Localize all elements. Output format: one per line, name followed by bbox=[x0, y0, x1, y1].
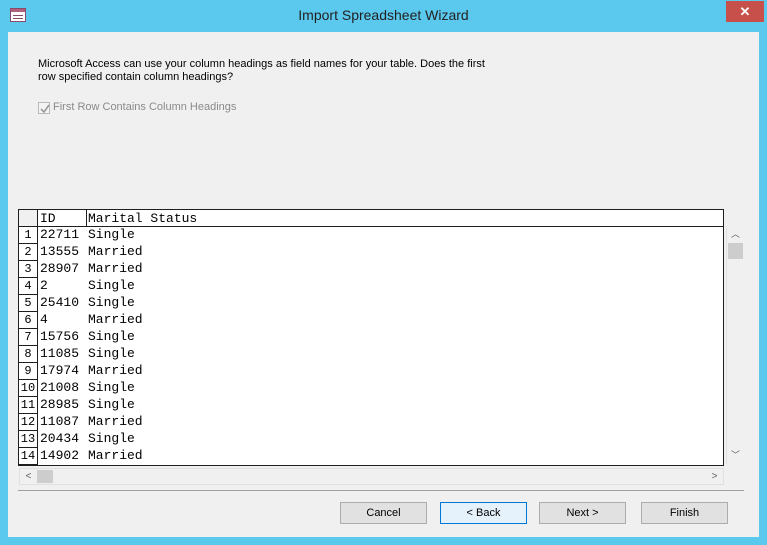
row-number[interactable]: 6 bbox=[19, 312, 38, 329]
cell-id: 17974 bbox=[40, 363, 80, 378]
table-row[interactable]: 12 11087 Married bbox=[19, 414, 723, 431]
cell-marital-status: Single bbox=[88, 329, 135, 344]
cancel-button[interactable]: Cancel bbox=[340, 502, 427, 524]
cell-marital-status: Married bbox=[88, 312, 143, 327]
row-number[interactable]: 7 bbox=[19, 329, 38, 346]
cell-id: 28907 bbox=[40, 261, 80, 276]
cell-id: 11087 bbox=[40, 414, 80, 429]
row-number[interactable]: 12 bbox=[19, 414, 38, 431]
close-button[interactable]: ✕ bbox=[726, 1, 764, 22]
table-row[interactable]: 11 28985 Single bbox=[19, 397, 723, 414]
checkmark-icon bbox=[40, 104, 50, 114]
horizontal-scroll-thumb[interactable] bbox=[37, 470, 53, 483]
table-row[interactable]: 14 14902 Married bbox=[19, 448, 723, 465]
wizard-body: Microsoft Access can use your column hea… bbox=[8, 32, 759, 537]
table-row[interactable]: 7 15756 Single bbox=[19, 329, 723, 346]
finish-button[interactable]: Finish bbox=[641, 502, 728, 524]
cell-id: 25410 bbox=[40, 295, 80, 310]
table-row[interactable]: 3 28907 Married bbox=[19, 261, 723, 278]
scroll-down-icon[interactable]: ﹀ bbox=[727, 447, 744, 464]
vertical-scrollbar[interactable]: ︿ ﹀ bbox=[726, 226, 743, 464]
cell-marital-status: Single bbox=[88, 295, 135, 310]
cell-id: 20434 bbox=[40, 431, 80, 446]
data-preview-grid: ID Marital Status 1 22711 Single 2 13555 Marr… bbox=[18, 209, 724, 466]
cell-marital-status: Married bbox=[88, 448, 143, 463]
vertical-scroll-thumb[interactable] bbox=[728, 243, 743, 259]
grid-corner bbox=[19, 210, 38, 226]
row-number[interactable]: 2 bbox=[19, 244, 38, 261]
window-title: Import Spreadsheet Wizard bbox=[298, 7, 469, 23]
row-number[interactable]: 14 bbox=[19, 448, 38, 465]
cell-id: 4 bbox=[40, 312, 48, 327]
row-number[interactable]: 10 bbox=[19, 380, 38, 397]
table-row[interactable]: 5 25410 Single bbox=[19, 295, 723, 312]
cell-marital-status: Married bbox=[88, 261, 143, 276]
cell-id: 15756 bbox=[40, 329, 80, 344]
row-number[interactable]: 9 bbox=[19, 363, 38, 380]
table-row[interactable]: 4 2 Single bbox=[19, 278, 723, 295]
cell-id: 21008 bbox=[40, 380, 80, 395]
scroll-up-icon[interactable]: ︿ bbox=[727, 226, 744, 243]
cell-id: 13555 bbox=[40, 244, 80, 259]
table-row[interactable]: 9 17974 Married bbox=[19, 363, 723, 380]
horizontal-scrollbar[interactable]: < > bbox=[19, 468, 724, 485]
cell-marital-status: Single bbox=[88, 227, 135, 242]
row-number[interactable]: 5 bbox=[19, 295, 38, 312]
back-button[interactable]: < Back bbox=[440, 502, 527, 524]
cell-marital-status: Married bbox=[88, 414, 143, 429]
cell-id: 22711 bbox=[40, 227, 80, 242]
table-row[interactable]: 6 4 Married bbox=[19, 312, 723, 329]
cell-id: 28985 bbox=[40, 397, 80, 412]
cell-marital-status: Married bbox=[88, 363, 143, 378]
cell-id: 2 bbox=[40, 278, 48, 293]
cell-marital-status: Single bbox=[88, 431, 135, 446]
row-number[interactable]: 1 bbox=[19, 227, 38, 244]
prompt-text: Microsoft Access can use your column hea… bbox=[38, 58, 485, 83]
next-button[interactable]: Next > bbox=[539, 502, 626, 524]
first-row-headings-checkbox bbox=[38, 102, 50, 114]
checkbox-label: First Row Contains Column Headings bbox=[53, 101, 237, 113]
row-number[interactable]: 3 bbox=[19, 261, 38, 278]
grid-rows: 1 22711 Single 2 13555 Married 3 28907 Married 4 2… bbox=[19, 227, 723, 465]
divider bbox=[18, 490, 744, 491]
column-header-id[interactable]: ID bbox=[40, 211, 56, 227]
scroll-right-icon[interactable]: > bbox=[706, 469, 723, 484]
row-number[interactable]: 4 bbox=[19, 278, 38, 295]
scroll-left-icon[interactable]: < bbox=[20, 469, 37, 484]
cell-marital-status: Single bbox=[88, 346, 135, 361]
table-row[interactable]: 2 13555 Married bbox=[19, 244, 723, 261]
column-header-marital-status[interactable]: Marital Status bbox=[88, 211, 197, 227]
table-row[interactable]: 8 11085 Single bbox=[19, 346, 723, 363]
row-number[interactable]: 13 bbox=[19, 431, 38, 448]
cell-id: 11085 bbox=[40, 346, 80, 361]
row-number[interactable]: 8 bbox=[19, 346, 38, 363]
table-row[interactable]: 10 21008 Single bbox=[19, 380, 723, 397]
table-row[interactable]: 13 20434 Single bbox=[19, 431, 723, 448]
grid-header: ID Marital Status bbox=[19, 210, 723, 227]
row-number[interactable]: 11 bbox=[19, 397, 38, 414]
cell-marital-status: Single bbox=[88, 380, 135, 395]
cell-marital-status: Single bbox=[88, 278, 135, 293]
cell-id: 14902 bbox=[40, 448, 80, 463]
title-bar[interactable]: Import Spreadsheet Wizard ✕ bbox=[0, 0, 767, 32]
cell-marital-status: Single bbox=[88, 397, 135, 412]
cell-marital-status: Married bbox=[88, 244, 143, 259]
table-row[interactable]: 1 22711 Single bbox=[19, 227, 723, 244]
wizard-window: Import Spreadsheet Wizard ✕ Microsoft Ac… bbox=[0, 0, 767, 545]
